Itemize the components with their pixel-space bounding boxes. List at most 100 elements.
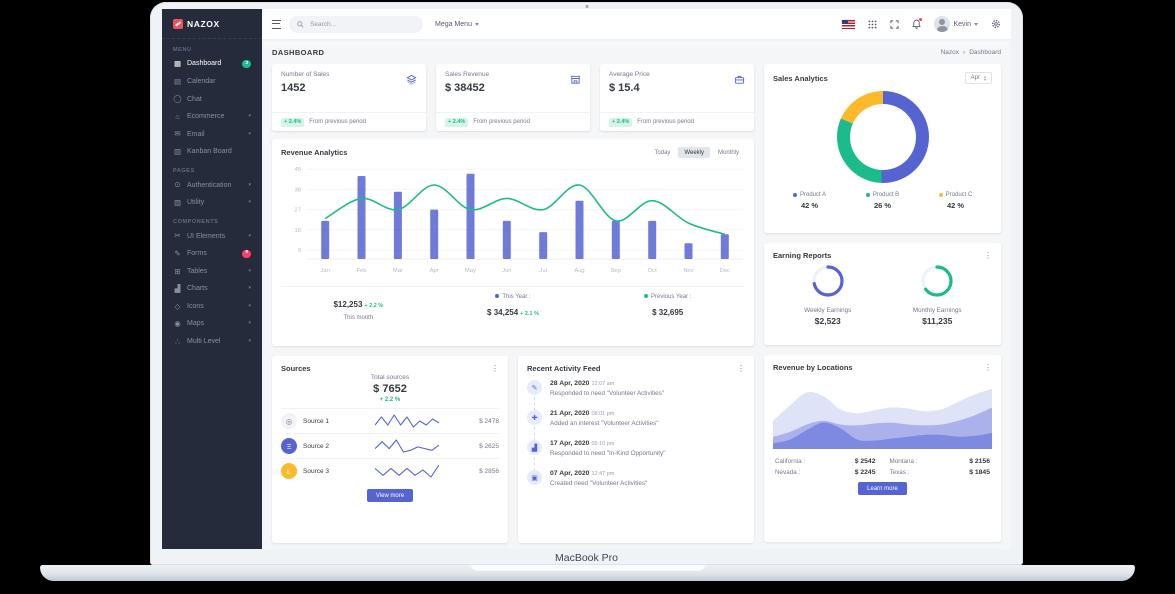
settings-gear-icon[interactable] (991, 19, 1001, 29)
sidebar-item-ecommerce[interactable]: ⌂ Ecommerce ▾ (162, 108, 262, 126)
svg-text:Dec: Dec (720, 268, 730, 274)
sidebar-item-authentication[interactable]: ⊙ Authentication ▾ (162, 176, 262, 194)
sidebar-item-kanban-board[interactable]: ▥ Kanban Board (162, 143, 262, 161)
briefcase-icon (734, 72, 745, 90)
apps-grid-icon[interactable] (868, 20, 877, 29)
diamond-icon: ◇ (173, 303, 182, 311)
earning-reports-card: Earning Reports ⋮ Weekly Earnings $2,523 (764, 243, 1001, 345)
legend-product-a: Product A 42 % (773, 192, 846, 210)
svg-text:45: 45 (295, 167, 301, 173)
chevron-down-icon: ▾ (248, 234, 251, 239)
source-3-icon: Ł (281, 463, 297, 479)
this-year-stat: This Year : $ 34,254+ 2.1 % (436, 294, 591, 321)
chevron-down-icon (475, 23, 479, 26)
sidebar-item-forms[interactable]: ✎ Forms 8 (162, 245, 262, 263)
menu-toggle-icon[interactable] (272, 20, 281, 29)
legend-dot (866, 193, 870, 197)
weekly-earnings-radial-chart (810, 286, 846, 303)
search-icon (297, 21, 304, 28)
source-row-1[interactable]: ◎ Source 1 $ 2478 (281, 408, 499, 433)
card-menu-icon[interactable]: ⋮ (984, 252, 992, 260)
chat-icon: ◯ (173, 95, 182, 103)
total-sources: Total sources $ 7652 + 2.2 % (281, 374, 499, 403)
user-menu[interactable]: Kevin (934, 16, 978, 32)
sidebar-item-calendar[interactable]: ▤ Calendar (162, 73, 262, 91)
svg-text:May: May (465, 268, 476, 274)
device-icon: ▣ (527, 470, 542, 485)
location-stat-texas: Texas :$ 1845 (890, 469, 991, 476)
store-icon (570, 72, 581, 90)
sidebar-item-chat[interactable]: ◯ Chat (162, 90, 262, 108)
range-today-button[interactable]: Today (648, 147, 676, 158)
chevron-down-icon: ▾ (248, 183, 251, 188)
range-monthly-button[interactable]: Monthly (712, 147, 745, 158)
breadcrumb: Nazox › Dashboard (941, 49, 1001, 56)
logo-icon (173, 19, 183, 29)
sidebar-item-icons[interactable]: ◇ Icons ▾ (162, 298, 262, 316)
previous-year-stat: Previous Year : $ 32,695 (590, 294, 745, 321)
sidebar-item-ui-elements[interactable]: ✂ UI Elements ▾ (162, 227, 262, 245)
sidebar-item-email[interactable]: ✉ Email ▾ (162, 125, 262, 143)
source-row-2[interactable]: Ξ Source 2 $ 2625 (281, 433, 499, 458)
sidebar-item-multi-level[interactable]: ∴ Multi Level ▾ (162, 333, 262, 351)
search-box[interactable] (289, 16, 423, 33)
breadcrumb-current: Dashboard (969, 49, 1001, 56)
sidebar-section-components: COMPONENTS (162, 211, 262, 227)
source-2-icon: Ξ (281, 438, 297, 454)
source-row-3[interactable]: Ł Source 3 $ 2856 (281, 458, 499, 483)
mega-menu-dropdown[interactable]: Mega Menu (435, 21, 479, 28)
sales-donut-chart (837, 91, 929, 183)
svg-text:36: 36 (295, 187, 301, 193)
activity-item: ▟ 17 Apr, 202005:10 pm Responded to need… (527, 440, 745, 470)
card-menu-icon[interactable]: ⋮ (737, 365, 745, 373)
search-input[interactable] (308, 20, 402, 29)
source-1-icon: ◎ (281, 413, 297, 429)
card-title: Revenue by Locations (773, 363, 853, 372)
macbook-label: MacBook Pro (150, 552, 1023, 564)
stat-card-sales-revenue: Sales Revenue $ 38452 + 2.4% From previo… (436, 64, 590, 131)
share-icon: ∴ (173, 338, 182, 346)
legend-dot (939, 193, 943, 197)
breadcrumb-parent[interactable]: Nazox (941, 49, 959, 56)
stat-badge: + 2.4% (609, 118, 632, 127)
chevron-down-icon: ▾ (248, 114, 251, 119)
card-title: Sales Analytics (773, 74, 828, 83)
chevron-down-icon (974, 23, 978, 26)
sidebar-item-tables[interactable]: ⊞ Tables ▾ (162, 263, 262, 281)
range-weekly-button[interactable]: Weekly (678, 147, 710, 158)
app-logo[interactable]: NAZOX (162, 9, 262, 39)
learn-more-button[interactable]: Learn more (858, 482, 907, 495)
svg-text:Jan: Jan (321, 268, 330, 274)
period-select[interactable]: Apr ▴▾ (965, 72, 992, 84)
notifications-bell-icon[interactable] (912, 19, 921, 29)
location-stat-montana: Montana :$ 2156 (890, 458, 991, 465)
dashboard-badge: 3 (242, 60, 251, 68)
card-menu-icon[interactable]: ⋮ (984, 364, 992, 372)
chevron-down-icon: ▾ (248, 200, 251, 205)
breadcrumb-separator: › (963, 49, 965, 56)
fullscreen-icon[interactable] (890, 20, 899, 29)
sidebar-item-maps[interactable]: ◉ Maps ▾ (162, 315, 262, 333)
map-pin-icon: ◉ (173, 320, 182, 328)
pencil-icon: ✎ (173, 250, 182, 258)
sources-card: Sources ⋮ Total sources $ 7652 + 2.2 % ◎ (272, 356, 508, 543)
sidebar-item-dashboard[interactable]: ▦ Dashboard 3 (162, 55, 262, 73)
svg-text:Apr: Apr (430, 268, 439, 274)
table-icon: ⊞ (173, 268, 182, 276)
scissors-icon: ✂ (173, 232, 182, 240)
language-flag-icon[interactable] (842, 20, 855, 29)
stat-card-number-of-sales: Number of Sales 1452 + 2.4% From previou… (272, 64, 426, 131)
card-title: Sources (281, 364, 311, 373)
webcam-dot (585, 5, 588, 8)
source-2-sparkline (355, 438, 459, 454)
dashboard-icon: ▦ (173, 60, 182, 68)
user-add-icon: ✚ (527, 410, 542, 425)
stack-icon (406, 72, 417, 90)
card-title: Earning Reports (773, 251, 831, 260)
card-menu-icon[interactable]: ⋮ (491, 365, 499, 373)
sidebar-item-charts[interactable]: ▟ Charts ▾ (162, 280, 262, 298)
avatar (934, 16, 950, 32)
view-more-button[interactable]: View more (367, 489, 413, 502)
sidebar-item-utility[interactable]: ▧ Utility ▾ (162, 194, 262, 212)
dashboard-app: NAZOX MENU ▦ Dashboard 3 ▤ Calendar ◯ Ch… (162, 9, 1011, 549)
